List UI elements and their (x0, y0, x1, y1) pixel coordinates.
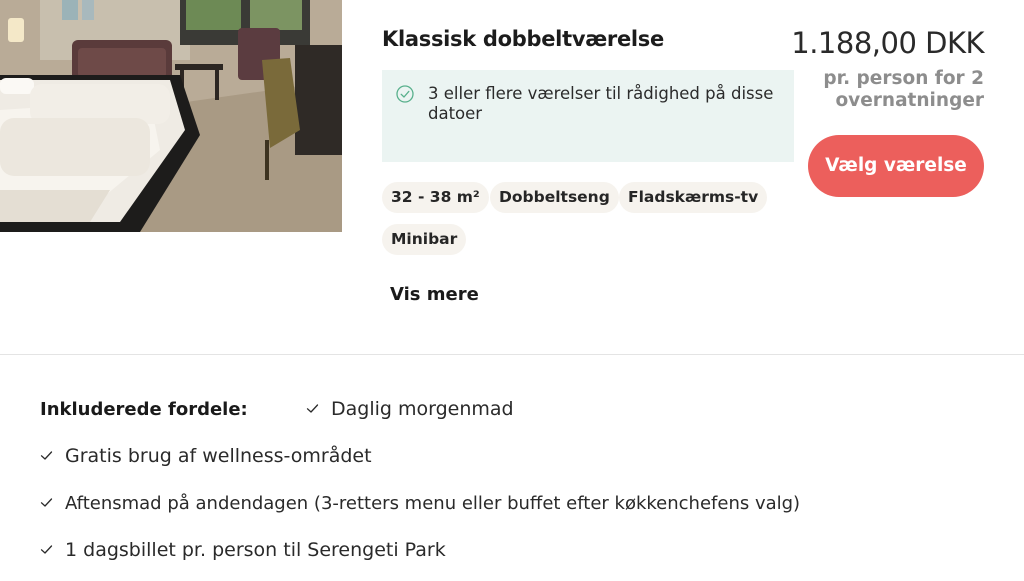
room-title: Klassisk dobbeltværelse (382, 27, 664, 51)
select-room-button[interactable]: Vælg værelse (808, 135, 984, 197)
benefits-title: Inkluderede fordele: (40, 399, 248, 420)
feature-tag-tv: Fladskærms-tv (619, 182, 768, 213)
feature-tag-bed: Dobbeltseng (490, 182, 619, 213)
benefit-item: Aftensmad på andendagen (3-retters menu … (40, 492, 800, 514)
section-divider (0, 354, 1024, 355)
feature-tag-size: 32 - 38 m² (382, 182, 489, 213)
price-per-person-note: pr. person for 2 overnatninger (823, 68, 984, 111)
checkmark-icon (306, 404, 319, 413)
benefit-item: Daglig morgenmad (306, 398, 514, 420)
checkmark-icon (40, 498, 53, 507)
room-photo (0, 0, 342, 232)
benefit-label: 1 dagsbillet pr. person til Serengeti Pa… (65, 539, 446, 561)
benefit-item: Gratis brug af wellness-området (40, 445, 372, 467)
room-price: 1.188,00 DKK (791, 26, 984, 60)
benefit-item: 1 dagsbillet pr. person til Serengeti Pa… (40, 539, 446, 561)
show-more-link[interactable]: Vis mere (390, 284, 479, 305)
benefit-label: Daglig morgenmad (331, 398, 514, 420)
feature-tag-minibar: Minibar (382, 224, 467, 255)
availability-notice: 3 eller flere værelser til rådighed på d… (382, 70, 794, 162)
checkmark-icon (40, 451, 53, 460)
availability-text: 3 eller flere værelser til rådighed på d… (428, 84, 774, 123)
check-circle-icon (396, 85, 414, 103)
benefit-label: Aftensmad på andendagen (3-retters menu … (65, 493, 801, 514)
checkmark-icon (40, 545, 53, 554)
room-photo-illustration (0, 0, 342, 232)
benefit-label: Gratis brug af wellness-området (65, 445, 372, 467)
